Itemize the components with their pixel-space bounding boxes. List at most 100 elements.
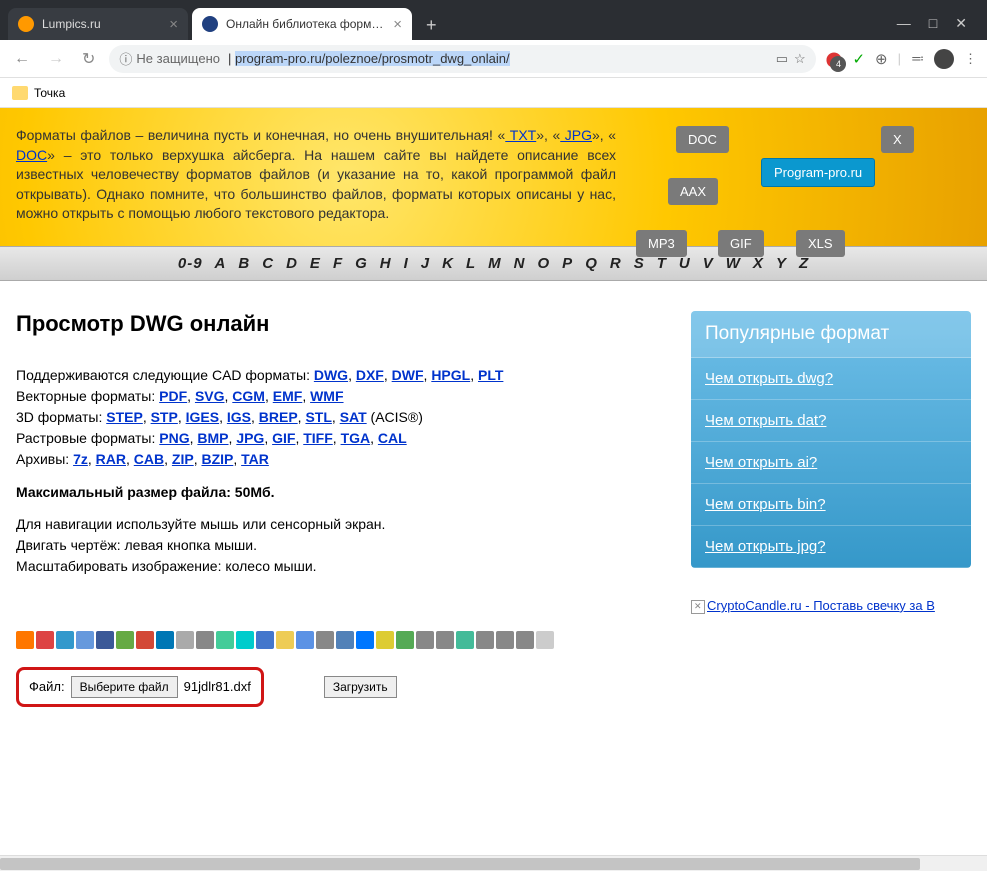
format-link-dwf[interactable]: DWF — [392, 367, 424, 383]
alpha-N[interactable]: N — [514, 255, 526, 272]
social-icon-12[interactable] — [256, 631, 274, 649]
social-icon-16[interactable] — [336, 631, 354, 649]
alpha-J[interactable]: J — [421, 255, 430, 272]
format-link-plt[interactable]: PLT — [478, 367, 503, 383]
format-link-emf[interactable]: EMF — [273, 388, 303, 404]
tab-lumpics[interactable]: Lumpics.ru × — [8, 8, 188, 40]
social-icon-19[interactable] — [396, 631, 414, 649]
sidebar-link-2[interactable]: Чем открыть ai? — [691, 442, 971, 484]
format-link-wmf[interactable]: WMF — [310, 388, 343, 404]
format-link-sat[interactable]: SAT — [340, 409, 367, 425]
link-jpg[interactable]: JPG — [560, 127, 592, 143]
alpha-V[interactable]: V — [703, 255, 714, 272]
ext-icon-3[interactable]: ⊕ — [875, 50, 888, 68]
social-icon-6[interactable] — [136, 631, 154, 649]
ext-icon-1[interactable]: ⬤4 — [826, 50, 843, 68]
alpha-C[interactable]: C — [262, 255, 274, 272]
alpha-L[interactable]: L — [466, 255, 476, 272]
close-button[interactable]: ✕ — [955, 15, 967, 32]
reload-button[interactable]: ↻ — [78, 47, 99, 71]
sidebar-link-3[interactable]: Чем открыть bin? — [691, 484, 971, 526]
format-link-png[interactable]: PNG — [159, 430, 189, 446]
format-link-svg[interactable]: SVG — [195, 388, 225, 404]
format-link-zip[interactable]: ZIP — [172, 451, 194, 467]
choose-file-button[interactable]: Выберите файл — [71, 676, 178, 698]
social-icon-5[interactable] — [116, 631, 134, 649]
format-link-7z[interactable]: 7z — [73, 451, 88, 467]
close-icon[interactable]: × — [393, 16, 402, 33]
reader-icon[interactable]: ▭ — [776, 51, 788, 67]
upload-button[interactable]: Загрузить — [324, 676, 397, 698]
social-icon-10[interactable] — [216, 631, 234, 649]
alpha-T[interactable]: T — [657, 255, 667, 272]
alpha-I[interactable]: I — [404, 255, 409, 272]
format-link-bmp[interactable]: BMP — [197, 430, 228, 446]
sidebar-link-1[interactable]: Чем открыть dat? — [691, 400, 971, 442]
sidebar-link-4[interactable]: Чем открыть jpg? — [691, 526, 971, 568]
diagram-x[interactable]: X — [881, 126, 914, 153]
format-link-tga[interactable]: TGA — [341, 430, 371, 446]
alpha-S[interactable]: S — [634, 255, 645, 272]
social-icon-1[interactable] — [36, 631, 54, 649]
avatar-icon[interactable] — [934, 49, 954, 69]
format-link-cgm[interactable]: CGM — [232, 388, 265, 404]
social-icon-18[interactable] — [376, 631, 394, 649]
social-icon-13[interactable] — [276, 631, 294, 649]
format-link-dwg[interactable]: DWG — [314, 367, 348, 383]
alpha-O[interactable]: O — [538, 255, 551, 272]
alpha-A[interactable]: A — [215, 255, 227, 272]
social-icon-26[interactable] — [536, 631, 554, 649]
bookmark-item[interactable]: Точка — [34, 86, 65, 100]
ext-icon-2[interactable]: ✓ — [852, 50, 865, 68]
alpha-U[interactable]: U — [679, 255, 691, 272]
social-icon-2[interactable] — [56, 631, 74, 649]
scrollbar-thumb[interactable] — [0, 858, 920, 870]
format-link-tiff[interactable]: TIFF — [303, 430, 333, 446]
social-icon-24[interactable] — [496, 631, 514, 649]
alpha-E[interactable]: E — [310, 255, 321, 272]
maximize-button[interactable]: □ — [929, 15, 937, 32]
alpha-G[interactable]: G — [355, 255, 368, 272]
social-icon-22[interactable] — [456, 631, 474, 649]
alpha-W[interactable]: W — [726, 255, 741, 272]
format-link-cal[interactable]: CAL — [378, 430, 407, 446]
diagram-gif[interactable]: GIF — [718, 230, 764, 257]
diagram-center[interactable]: Program-pro.ru — [761, 158, 875, 187]
alpha-F[interactable]: F — [333, 255, 343, 272]
diagram-mp3[interactable]: MP3 — [636, 230, 687, 257]
alpha-X[interactable]: X — [753, 255, 764, 272]
social-icon-7[interactable] — [156, 631, 174, 649]
alpha-R[interactable]: R — [610, 255, 622, 272]
horizontal-scrollbar[interactable] — [0, 855, 987, 871]
format-link-gif[interactable]: GIF — [272, 430, 295, 446]
alpha-P[interactable]: P — [562, 255, 573, 272]
alpha-0-9[interactable]: 0-9 — [178, 255, 203, 272]
social-icon-17[interactable] — [356, 631, 374, 649]
social-icon-15[interactable] — [316, 631, 334, 649]
bookmark-star-icon[interactable]: ☆ — [794, 51, 806, 67]
format-link-jpg[interactable]: JPG — [236, 430, 264, 446]
format-link-tar[interactable]: TAR — [241, 451, 269, 467]
format-link-stl[interactable]: STL — [305, 409, 331, 425]
format-link-bzip[interactable]: BZIP — [201, 451, 233, 467]
format-link-brep[interactable]: BREP — [259, 409, 298, 425]
site-info-icon[interactable]: ⓘ — [119, 49, 132, 68]
alpha-Z[interactable]: Z — [799, 255, 809, 272]
alpha-D[interactable]: D — [286, 255, 298, 272]
diagram-aax[interactable]: AAX — [668, 178, 718, 205]
menu-icon[interactable]: ⋮ — [964, 51, 977, 67]
format-link-pdf[interactable]: PDF — [159, 388, 187, 404]
alpha-Q[interactable]: Q — [585, 255, 598, 272]
format-link-igs[interactable]: IGS — [227, 409, 251, 425]
social-icon-14[interactable] — [296, 631, 314, 649]
format-link-iges[interactable]: IGES — [186, 409, 219, 425]
social-icon-3[interactable] — [76, 631, 94, 649]
social-icon-23[interactable] — [476, 631, 494, 649]
alpha-M[interactable]: M — [488, 255, 502, 272]
social-icon-8[interactable] — [176, 631, 194, 649]
social-icon-21[interactable] — [436, 631, 454, 649]
new-tab-button[interactable]: + — [416, 11, 447, 40]
social-icon-11[interactable] — [236, 631, 254, 649]
diagram-xls[interactable]: XLS — [796, 230, 845, 257]
format-link-hpgl[interactable]: HPGL — [431, 367, 470, 383]
